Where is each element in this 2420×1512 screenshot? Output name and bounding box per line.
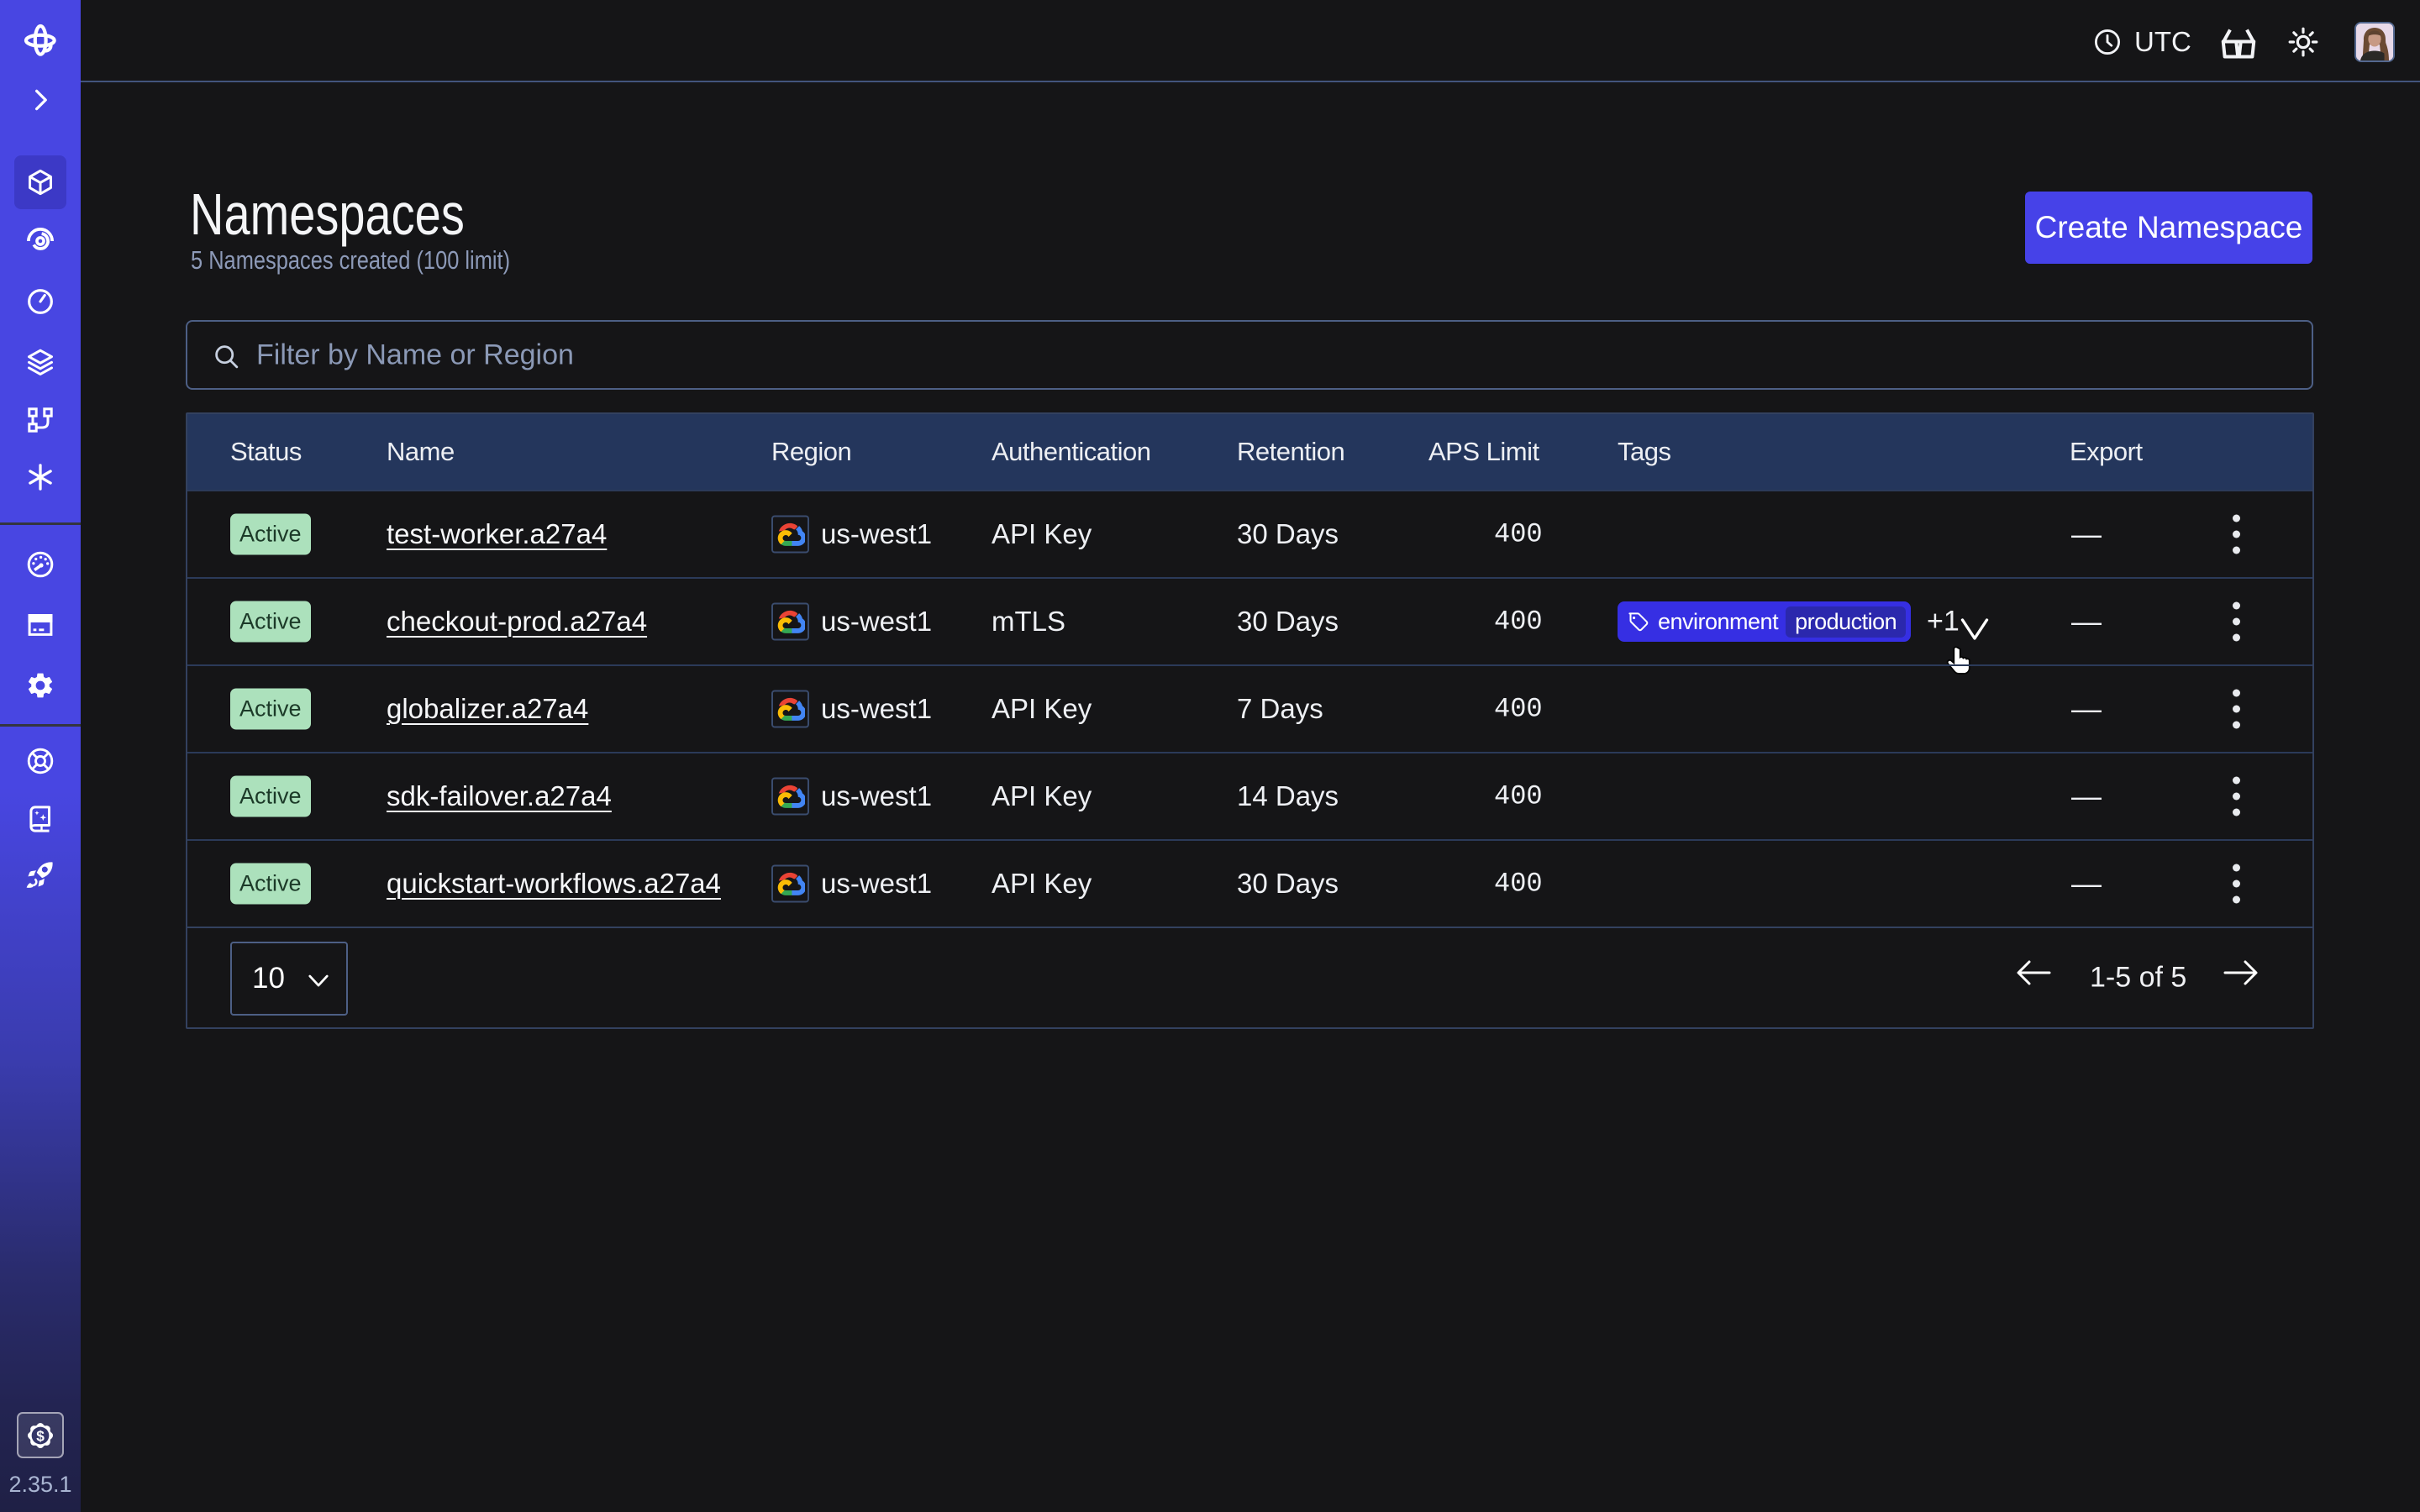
svg-text:$: $	[36, 1427, 45, 1444]
